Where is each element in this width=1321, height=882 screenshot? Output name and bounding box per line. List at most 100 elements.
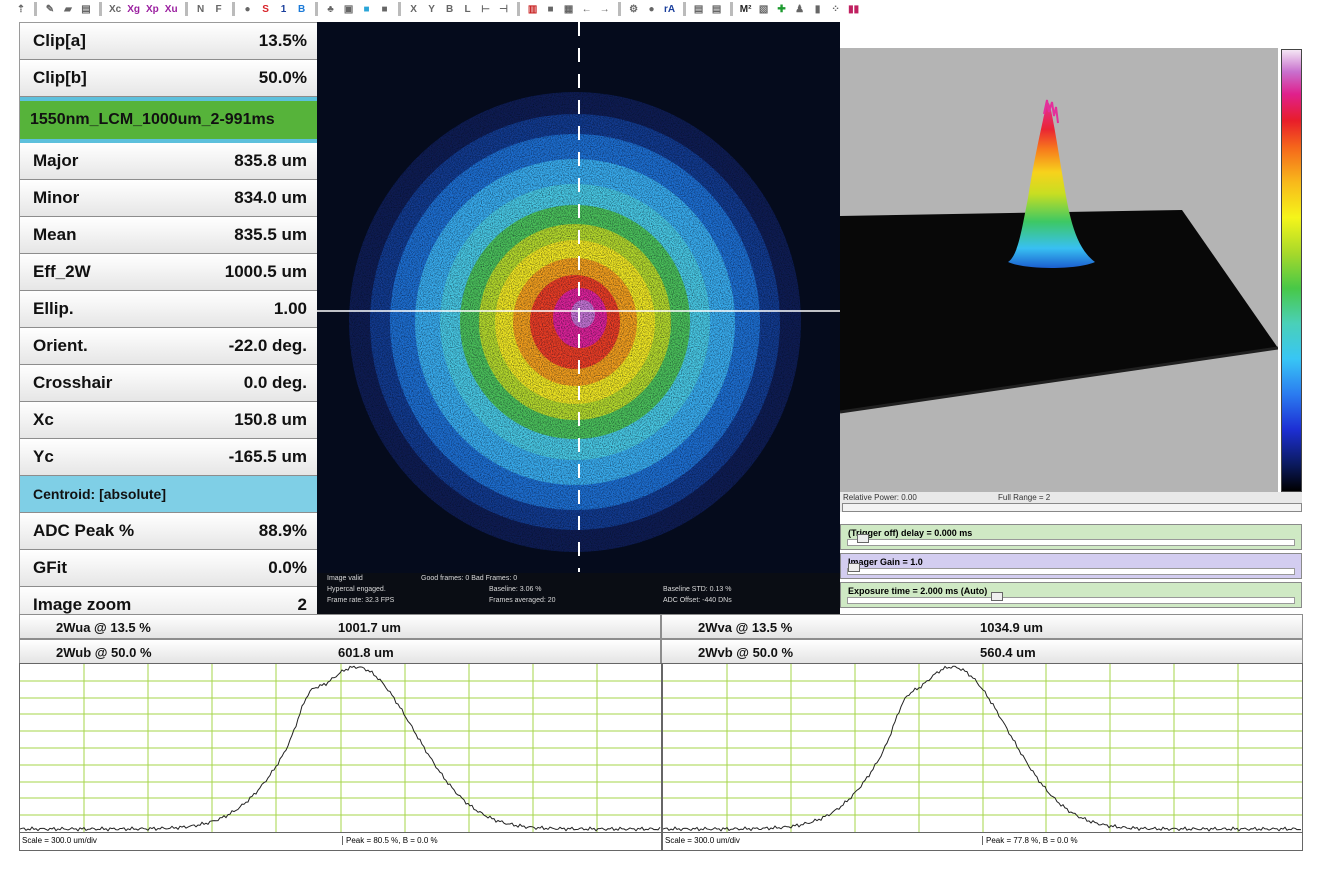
exposure-time-thumb[interactable] [991, 592, 1003, 601]
pencil-icon[interactable]: ✎ [43, 2, 57, 16]
status-frames: Good frames: 0 Bad Frames: 0 [421, 575, 518, 582]
right-arrow-icon[interactable]: → [598, 2, 612, 16]
xc-icon[interactable]: Xc [108, 2, 122, 16]
profile-v-scale: Scale = 300.0 um/div [665, 836, 740, 845]
n-icon[interactable]: N [194, 2, 208, 16]
result-value: -165.5 um [228, 447, 307, 466]
lock-icon[interactable]: ▣ [342, 2, 356, 16]
result-value: 13.5% [258, 31, 307, 50]
profile-u-peak: Peak = 80.5 %, B = 0.0 % [342, 836, 438, 845]
result-row-gfit[interactable]: GFit 0.0% [20, 550, 317, 587]
result-row-yc[interactable]: Yc -165.5 um [20, 439, 317, 476]
dots-icon[interactable]: ⁘ [829, 2, 843, 16]
result-row-clip-a[interactable]: Clip[a] 13.5% [20, 23, 317, 60]
result-row-crosshair[interactable]: Crosshair 0.0 deg. [20, 365, 317, 402]
toolbar-separator [397, 2, 401, 16]
result-label: Yc [33, 447, 54, 466]
imager-gain-track[interactable] [847, 563, 1295, 575]
thermometer-icon[interactable]: ▮ [811, 2, 825, 16]
status-baseline-std: Baseline STD: 0.13 % [663, 586, 732, 593]
print-icon[interactable]: ▤ [692, 2, 706, 16]
green-plus-icon[interactable]: ✚ [775, 2, 789, 16]
red-s-icon[interactable]: S [259, 2, 273, 16]
toolbar: ⇡ ✎ ▰ ▤ Xc Xg Xp Xu N F ● S 1 B ♣ ▣ ■ ■ X Y B L ⊢ ⊣ ▥ ■ ▦ ← → ⚙ ● rA ▤ ▤ M… [14, 0, 934, 18]
result-label: Clip[b] [33, 68, 87, 87]
result-row-clip-b[interactable]: Clip[b] 50.0% [20, 60, 317, 97]
grid-icon[interactable]: ▦ [562, 2, 576, 16]
result-value: 835.8 um [234, 151, 307, 170]
result-row-eff-2w[interactable]: Eff_2W 1000.5 um [20, 254, 317, 291]
beam-image[interactable] [317, 22, 840, 614]
result-value: 1000.5 um [224, 262, 307, 281]
chart-icon[interactable]: ▧ [757, 2, 771, 16]
ra-icon[interactable]: rA [663, 2, 677, 16]
beam-image-svg [317, 22, 840, 614]
open-folder-icon[interactable]: ▰ [61, 2, 75, 16]
gray-dot-icon[interactable]: ● [241, 2, 255, 16]
people-icon[interactable]: ♣ [324, 2, 338, 16]
tool-icon[interactable]: ⚙ [627, 2, 641, 16]
result-row-orient[interactable]: Orient. -22.0 deg. [20, 328, 317, 365]
exposure-time-track[interactable] [847, 592, 1295, 604]
centroid-mode-bar[interactable]: Centroid: [absolute] [20, 476, 317, 513]
colormap-icon[interactable]: ■ [360, 2, 374, 16]
bracket-icon[interactable]: ⊢ [479, 2, 493, 16]
bars-icon[interactable]: ▮▮ [847, 2, 861, 16]
full-range-label: Full Range = 2 [998, 493, 1051, 502]
result-row-xc[interactable]: Xc 150.8 um [20, 402, 317, 439]
one-icon[interactable]: 1 [277, 2, 291, 16]
result-value: 0.0 deg. [243, 373, 307, 392]
f-icon[interactable]: F [212, 2, 226, 16]
arrow-up-icon[interactable]: ⇡ [14, 2, 28, 16]
gray-ball-icon[interactable]: ● [645, 2, 659, 16]
profile-v-plot[interactable] [662, 663, 1303, 833]
b-circle-icon[interactable]: B [295, 2, 309, 16]
bracket2-icon[interactable]: ⊣ [497, 2, 511, 16]
result-row-minor[interactable]: Minor 834.0 um [20, 180, 317, 217]
trigger-delay-thumb[interactable] [857, 534, 869, 543]
trigger-delay-slider[interactable]: (Trigger off) delay = 0.000 ms [840, 524, 1302, 550]
m2-icon[interactable]: M² [739, 2, 753, 16]
result-row-ellip[interactable]: Ellip. 1.00 [20, 291, 317, 328]
result-value: 0.0% [268, 558, 307, 577]
colorbar-icon[interactable]: ▥ [526, 2, 540, 16]
width-ub-value: 601.8 um [338, 645, 394, 660]
result-row-adc-peak[interactable]: ADC Peak % 88.9% [20, 513, 317, 550]
result-row-mean[interactable]: Mean 835.5 um [20, 217, 317, 254]
gray-square-icon[interactable]: ■ [378, 2, 392, 16]
3d-profile-svg [840, 99, 1278, 414]
print2-icon[interactable]: ▤ [710, 2, 724, 16]
x-icon[interactable]: X [407, 2, 421, 16]
xu-icon[interactable]: Xu [164, 2, 179, 16]
status-baseline: Baseline: 3.06 % [489, 586, 542, 593]
result-row-major[interactable]: Major 835.8 um [20, 143, 317, 180]
profile-curve [19, 665, 661, 832]
result-label: Crosshair [33, 373, 113, 392]
result-label: Eff_2W [33, 262, 91, 281]
gray-box-icon[interactable]: ■ [544, 2, 558, 16]
status-image-valid: Image valid [327, 575, 363, 582]
result-label: Xc [33, 410, 54, 429]
profile-v-svg [662, 664, 1302, 832]
imager-gain-thumb[interactable] [848, 563, 860, 572]
profile-name-bar[interactable]: 1550nm_LCM_1000um_2-991ms [20, 97, 317, 143]
imager-gain-slider[interactable]: Imager Gain = 1.0 [840, 553, 1302, 579]
trigger-delay-track[interactable] [847, 534, 1295, 546]
xg-icon[interactable]: Xg [126, 2, 141, 16]
result-value: 835.5 um [234, 225, 307, 244]
3d-profile-view[interactable] [840, 48, 1278, 492]
exposure-time-slider[interactable]: Exposure time = 2.000 ms (Auto) [840, 582, 1302, 608]
profile-v-footer: Scale = 300.0 um/div Peak = 77.8 %, B = … [662, 833, 1303, 851]
status-hypercal: Hypercal engaged. [327, 586, 386, 593]
xp-icon[interactable]: Xp [145, 2, 160, 16]
save-icon[interactable]: ▤ [79, 2, 93, 16]
profile-u-plot[interactable] [19, 663, 662, 833]
left-arrow-icon[interactable]: ← [580, 2, 594, 16]
width-va-label: 2Wva @ 13.5 % [698, 620, 793, 635]
person-icon[interactable]: ♟ [793, 2, 807, 16]
result-value: 150.8 um [234, 410, 307, 429]
result-label: Mean [33, 225, 77, 244]
l-icon[interactable]: L [461, 2, 475, 16]
y-icon[interactable]: Y [425, 2, 439, 16]
b-icon[interactable]: B [443, 2, 457, 16]
